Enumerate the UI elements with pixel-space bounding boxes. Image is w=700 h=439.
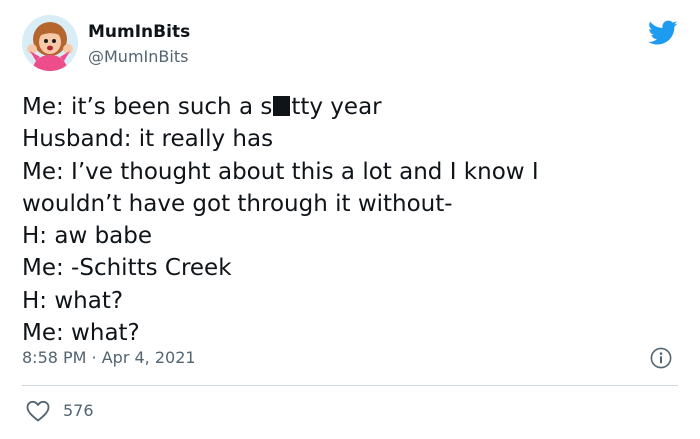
tweet-card: MumInBits @MumInBits Me: it’s been such … <box>0 0 700 439</box>
cartoon-woman-avatar-icon <box>22 15 78 71</box>
tweet-line: H: what? <box>22 287 124 314</box>
tweet-line: Husband: it really has <box>22 126 274 153</box>
like-count[interactable]: 576 <box>63 401 94 421</box>
tweet-line: Me: I’ve thought about this a lot and I … <box>22 158 539 185</box>
tweet-line: wouldn’t have got through it without- <box>22 190 453 217</box>
divider <box>22 385 678 386</box>
avatar[interactable] <box>22 15 78 71</box>
info-icon[interactable] <box>650 347 672 369</box>
twitter-bird-icon[interactable] <box>648 20 678 46</box>
censor-block <box>273 96 291 116</box>
author-handle[interactable]: @MumInBits <box>88 47 188 67</box>
tweet-line-text: tty year <box>291 94 382 120</box>
tweet-timestamp[interactable]: 8:58 PM · Apr 4, 2021 <box>22 348 196 368</box>
author-display-name[interactable]: MumInBits <box>88 22 190 42</box>
tweet-line: Me: -Schitts Creek <box>22 255 232 282</box>
tweet-line-text: Me: it’s been such a s <box>22 94 273 120</box>
tweet-line: Me: what? <box>22 320 140 347</box>
tweet-line: Me: it’s been such a s tty year <box>22 91 672 123</box>
heart-icon[interactable] <box>26 400 50 422</box>
tweet-line: H: aw babe <box>22 223 153 250</box>
tweet-text: Me: it’s been such a s tty year Husband: … <box>22 91 672 349</box>
